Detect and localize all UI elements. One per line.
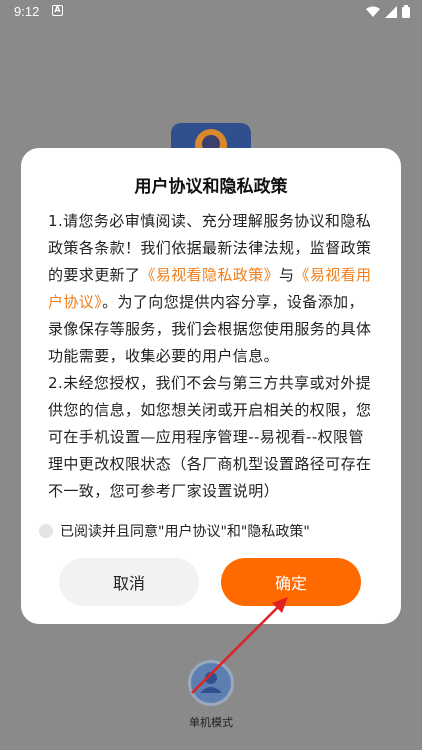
paragraph-1-and: 与 — [279, 266, 295, 284]
paragraph-2: 2.未经您授权，我们不会与第三方共享或对外提供您的信息，如您想关闭或开启相关的权… — [48, 374, 372, 500]
confirm-button[interactable]: 确定 — [221, 558, 361, 606]
paragraph-1: 1.请您务必审慎阅读、充分理解服务协议和隐私政策各条款！我们依据最新法律法规，监… — [48, 208, 378, 370]
dialog-body[interactable]: 1.请您务必审慎阅读、充分理解服务协议和隐私政策各条款！我们依据最新法律法规，监… — [48, 208, 378, 510]
privacy-policy-link[interactable]: 《易视看隐私政策》 — [140, 266, 279, 284]
status-bar: 9:12 A — [0, 0, 422, 24]
user-icon — [200, 672, 222, 693]
privacy-dialog: 用户协议和隐私政策 1.请您务必审慎阅读、充分理解服务协议和隐私政策各条款！我们… — [21, 148, 401, 624]
agree-label: 已阅读并且同意"用户协议"和"隐私政策" — [60, 524, 310, 540]
status-time: 9:12 — [14, 4, 40, 19]
status-icons — [366, 5, 410, 18]
agree-checkbox[interactable] — [39, 524, 53, 538]
agree-row[interactable]: 已阅读并且同意"用户协议"和"隐私政策" — [39, 520, 310, 542]
battery-icon — [402, 5, 410, 18]
notification-icon: A — [52, 5, 63, 16]
dialog-title: 用户协议和隐私政策 — [134, 177, 288, 197]
signal-icon — [385, 5, 397, 18]
wifi-icon — [366, 6, 380, 17]
standalone-mode-label: 单机模式 — [189, 716, 233, 729]
cancel-button[interactable]: 取消 — [59, 558, 199, 606]
standalone-mode-button[interactable] — [188, 660, 234, 706]
